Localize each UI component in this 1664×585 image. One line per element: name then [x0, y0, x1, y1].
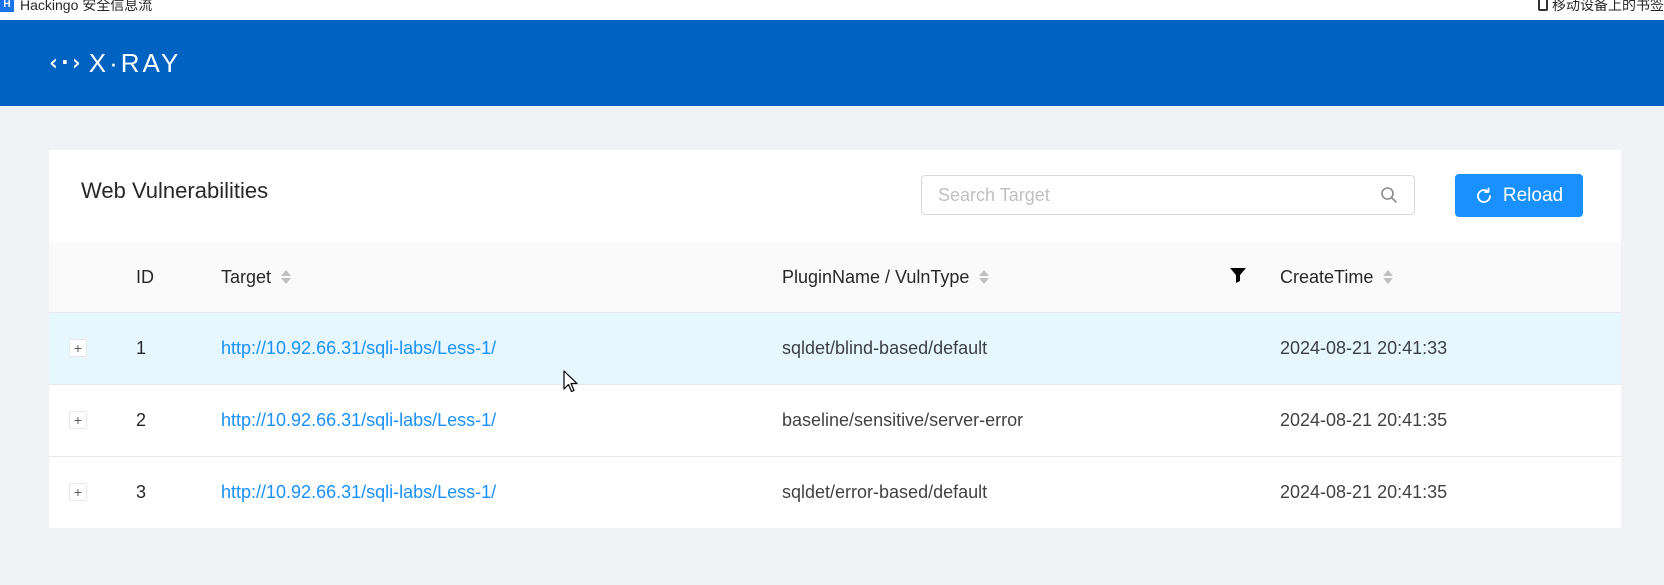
column-plugin-label: PluginName / VulnType [782, 266, 970, 287]
column-id: ID [136, 242, 154, 312]
table-row[interactable]: + 1 http://10.92.66.31/sqli-labs/Less-1/… [49, 313, 1621, 385]
column-plugin[interactable]: PluginName / VulnType [782, 242, 990, 312]
table-header: ID Target PluginName / VulnType CreateTi… [49, 242, 1621, 313]
row-create-time: 2024-08-21 20:41:33 [1280, 338, 1448, 358]
reload-icon [1477, 187, 1491, 203]
row-create-time: 2024-08-21 20:41:35 [1280, 410, 1448, 430]
table-row[interactable]: + 2 http://10.92.66.31/sqli-labs/Less-1/… [49, 385, 1621, 457]
mobile-device-icon [1538, 0, 1548, 11]
hackingo-favicon-icon: H [0, 0, 14, 12]
expand-row-button[interactable]: + [69, 483, 87, 501]
bookmark-mobile[interactable]: 移动设备上的书签 [1538, 0, 1664, 13]
xray-logo-text: X·RAY [88, 47, 182, 78]
sort-icon[interactable] [1383, 270, 1394, 284]
bookmark-mobile-label: 移动设备上的书签 [1552, 0, 1664, 13]
bookmark-hackingo[interactable]: H Hackingo 安全信息流 [0, 0, 152, 12]
search-icon[interactable] [1380, 186, 1398, 204]
vulnerabilities-table: ID Target PluginName / VulnType CreateTi… [49, 242, 1621, 528]
vulnerabilities-panel: Web Vulnerabilities Reload ID Target Plu… [49, 150, 1621, 528]
column-id-label: ID [136, 266, 154, 287]
search-box[interactable] [921, 175, 1415, 215]
target-link[interactable]: http://10.92.66.31/sqli-labs/Less-1/ [221, 338, 496, 359]
expand-row-button[interactable]: + [69, 339, 87, 357]
column-create-time[interactable]: CreateTime [1280, 242, 1394, 312]
xray-logo-icon: ‹·› [47, 50, 83, 76]
table-row[interactable]: + 3 http://10.92.66.31/sqli-labs/Less-1/… [49, 457, 1621, 528]
column-create-time-label: CreateTime [1280, 266, 1374, 287]
target-link[interactable]: http://10.92.66.31/sqli-labs/Less-1/ [221, 482, 496, 503]
search-input[interactable] [922, 176, 1394, 214]
bookmark-label: Hackingo 安全信息流 [20, 0, 153, 13]
xray-logo[interactable]: ‹·› X·RAY [47, 48, 181, 79]
row-id: 3 [136, 482, 147, 502]
column-target-label: Target [221, 266, 272, 287]
column-target[interactable]: Target [221, 242, 292, 312]
expand-row-button[interactable]: + [69, 411, 87, 429]
app-header: ‹·› X·RAY [0, 20, 1664, 106]
reload-button[interactable]: Reload [1455, 174, 1583, 217]
target-link[interactable]: http://10.92.66.31/sqli-labs/Less-1/ [221, 410, 496, 431]
row-plugin: baseline/sensitive/server-error [782, 410, 1024, 430]
row-id: 1 [136, 338, 147, 358]
sort-icon[interactable] [979, 270, 990, 284]
bookmark-bar: H Hackingo 安全信息流 移动设备上的书签 [0, 0, 1664, 20]
page-title: Web Vulnerabilities [81, 178, 269, 203]
row-id: 2 [136, 410, 147, 430]
row-plugin: sqldet/blind-based/default [782, 338, 988, 358]
row-plugin: sqldet/error-based/default [782, 482, 988, 502]
filter-icon[interactable] [1229, 266, 1247, 284]
reload-label: Reload [1502, 184, 1564, 206]
cursor-icon [563, 370, 578, 393]
sort-icon[interactable] [281, 270, 292, 284]
row-create-time: 2024-08-21 20:41:35 [1280, 482, 1448, 502]
